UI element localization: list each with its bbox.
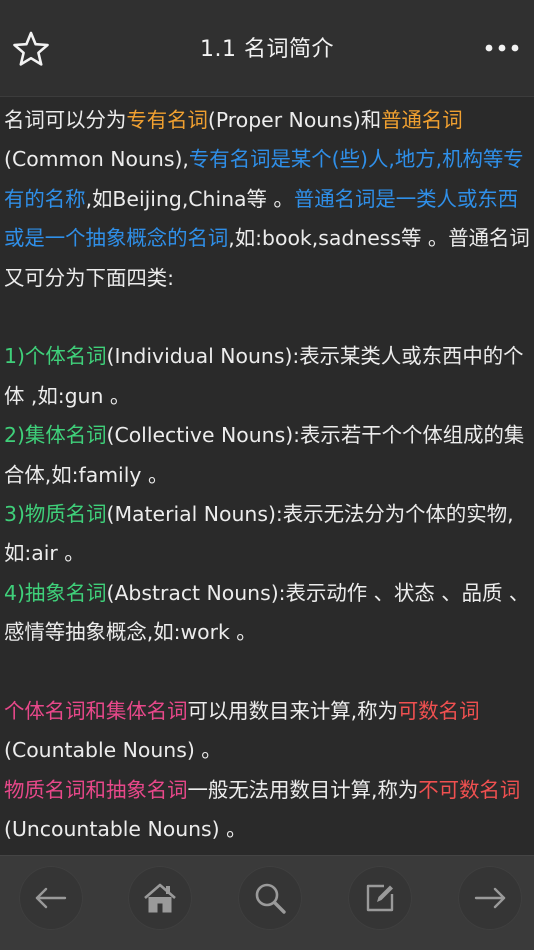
back-arrow-icon bbox=[35, 887, 67, 909]
highlighted-term: 可数名词 bbox=[397, 699, 480, 724]
highlighted-term: 2)集体名词 bbox=[4, 423, 107, 448]
list-item-abstract-nouns: 4)抽象名词(Abstract Nouns):表示动作 、状态 、品质 、感情等… bbox=[4, 574, 530, 653]
highlighted-term: 不可数名词 bbox=[418, 777, 521, 802]
back-button[interactable] bbox=[19, 866, 83, 930]
list-item-individual-nouns: 1)个体名词(Individual Nouns):表示某类人或东西中的个体 ,如… bbox=[4, 337, 530, 416]
forward-button[interactable] bbox=[458, 866, 522, 930]
article-content: 名词可以分为专有名词(Proper Nouns)和普通名词 (Common Nou… bbox=[0, 97, 534, 855]
highlighted-term: 普通名词 bbox=[381, 108, 463, 132]
header-bar: 1.1 名词简介 bbox=[0, 0, 534, 97]
forward-arrow-icon bbox=[474, 887, 506, 909]
edit-icon bbox=[366, 884, 394, 912]
list-item-collective-nouns: 2)集体名词(Collective Nouns):表示若干个个体组成的集合体,如… bbox=[4, 416, 530, 495]
text-run: 一般无法用数目计算,称为 bbox=[187, 777, 419, 802]
edit-button[interactable] bbox=[348, 866, 412, 930]
home-button[interactable] bbox=[128, 866, 192, 930]
highlighted-term: 3)物质名词 bbox=[4, 502, 107, 527]
list-item-material-nouns: 3)物质名词(Material Nouns):表示无法分为个体的实物,如:air… bbox=[4, 495, 530, 574]
text-run: (Proper Nouns)和 bbox=[207, 108, 382, 132]
intro-paragraph: 名词可以分为专有名词(Proper Nouns)和普通名词 (Common Nou… bbox=[4, 101, 530, 298]
more-options-icon[interactable] bbox=[484, 40, 520, 56]
search-button[interactable] bbox=[238, 866, 302, 930]
highlighted-term: 1)个体名词 bbox=[4, 344, 107, 369]
countable-nouns-paragraph: 个体名词和集体名词可以用数目来计算,称为可数名词 (Countable Nouns… bbox=[4, 692, 530, 771]
highlighted-term: 4)抽象名词 bbox=[4, 580, 107, 605]
text-run: (Uncountable Nouns) 。 bbox=[4, 817, 247, 842]
highlighted-term: 专有名词 bbox=[126, 108, 208, 132]
text-run: 名词可以分为 bbox=[4, 108, 127, 132]
uncountable-nouns-paragraph: 物质名词和抽象名词一般无法用数目计算,称为不可数名词 (Uncountable N… bbox=[4, 771, 530, 850]
home-icon bbox=[144, 883, 176, 913]
text-run: 可以用数目来计算,称为 bbox=[187, 699, 398, 724]
highlighted-term: 物质名词和抽象名词 bbox=[4, 777, 188, 802]
text-run: ,如Beijing,China等 。 bbox=[85, 186, 294, 211]
highlighted-term: 个体名词和集体名词 bbox=[4, 699, 188, 724]
page-title: 1.1 名词简介 bbox=[200, 37, 334, 62]
text-run: (Common Nouns), bbox=[4, 147, 189, 172]
search-icon bbox=[255, 883, 286, 914]
text-run: (Countable Nouns) 。 bbox=[4, 738, 222, 763]
bottom-toolbar bbox=[0, 855, 534, 950]
